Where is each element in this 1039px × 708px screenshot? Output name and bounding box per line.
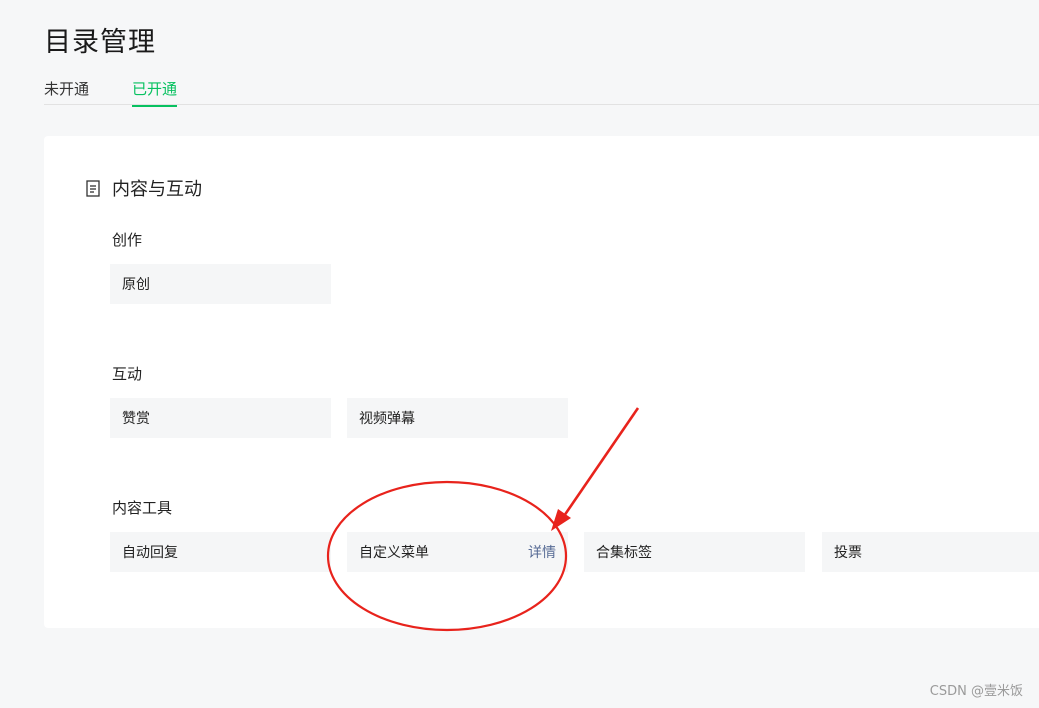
item-auto-reply[interactable]: 自动回复: [110, 532, 331, 572]
content-card: 内容与互动 创作 原创 互动 赞赏 视频弹幕 内容工具 自动回复 自定义菜单 详…: [44, 136, 1039, 628]
group-label-creation: 创作: [112, 231, 143, 249]
item-original[interactable]: 原创: [110, 264, 331, 304]
item-collection-tags[interactable]: 合集标签: [584, 532, 805, 572]
item-vote[interactable]: 投票: [822, 532, 1039, 572]
item-reward[interactable]: 赞赏: [110, 398, 331, 438]
page-title: 目录管理: [44, 27, 156, 58]
item-label: 自动回复: [122, 545, 178, 561]
item-label: 视频弹幕: [359, 411, 415, 427]
watermark: CSDN @壹米饭: [929, 684, 1023, 699]
item-label: 投票: [834, 545, 862, 561]
tab-not-enabled[interactable]: 未开通: [44, 78, 89, 105]
detail-link[interactable]: 详情: [528, 542, 556, 562]
section-header: 内容与互动: [86, 175, 202, 201]
item-label: 原创: [122, 277, 150, 293]
group-label-interaction: 互动: [112, 365, 143, 383]
group-label-content-tools: 内容工具: [112, 499, 173, 517]
document-icon: [86, 179, 100, 197]
tab-enabled[interactable]: 已开通: [132, 78, 178, 107]
item-label: 赞赏: [122, 411, 150, 427]
section-title: 内容与互动: [112, 179, 202, 200]
item-custom-menu[interactable]: 自定义菜单 详情: [347, 532, 568, 572]
tab-divider: [44, 104, 1039, 105]
item-label: 合集标签: [596, 545, 652, 561]
item-video-danmaku[interactable]: 视频弹幕: [347, 398, 568, 438]
item-label: 自定义菜单: [359, 545, 429, 561]
